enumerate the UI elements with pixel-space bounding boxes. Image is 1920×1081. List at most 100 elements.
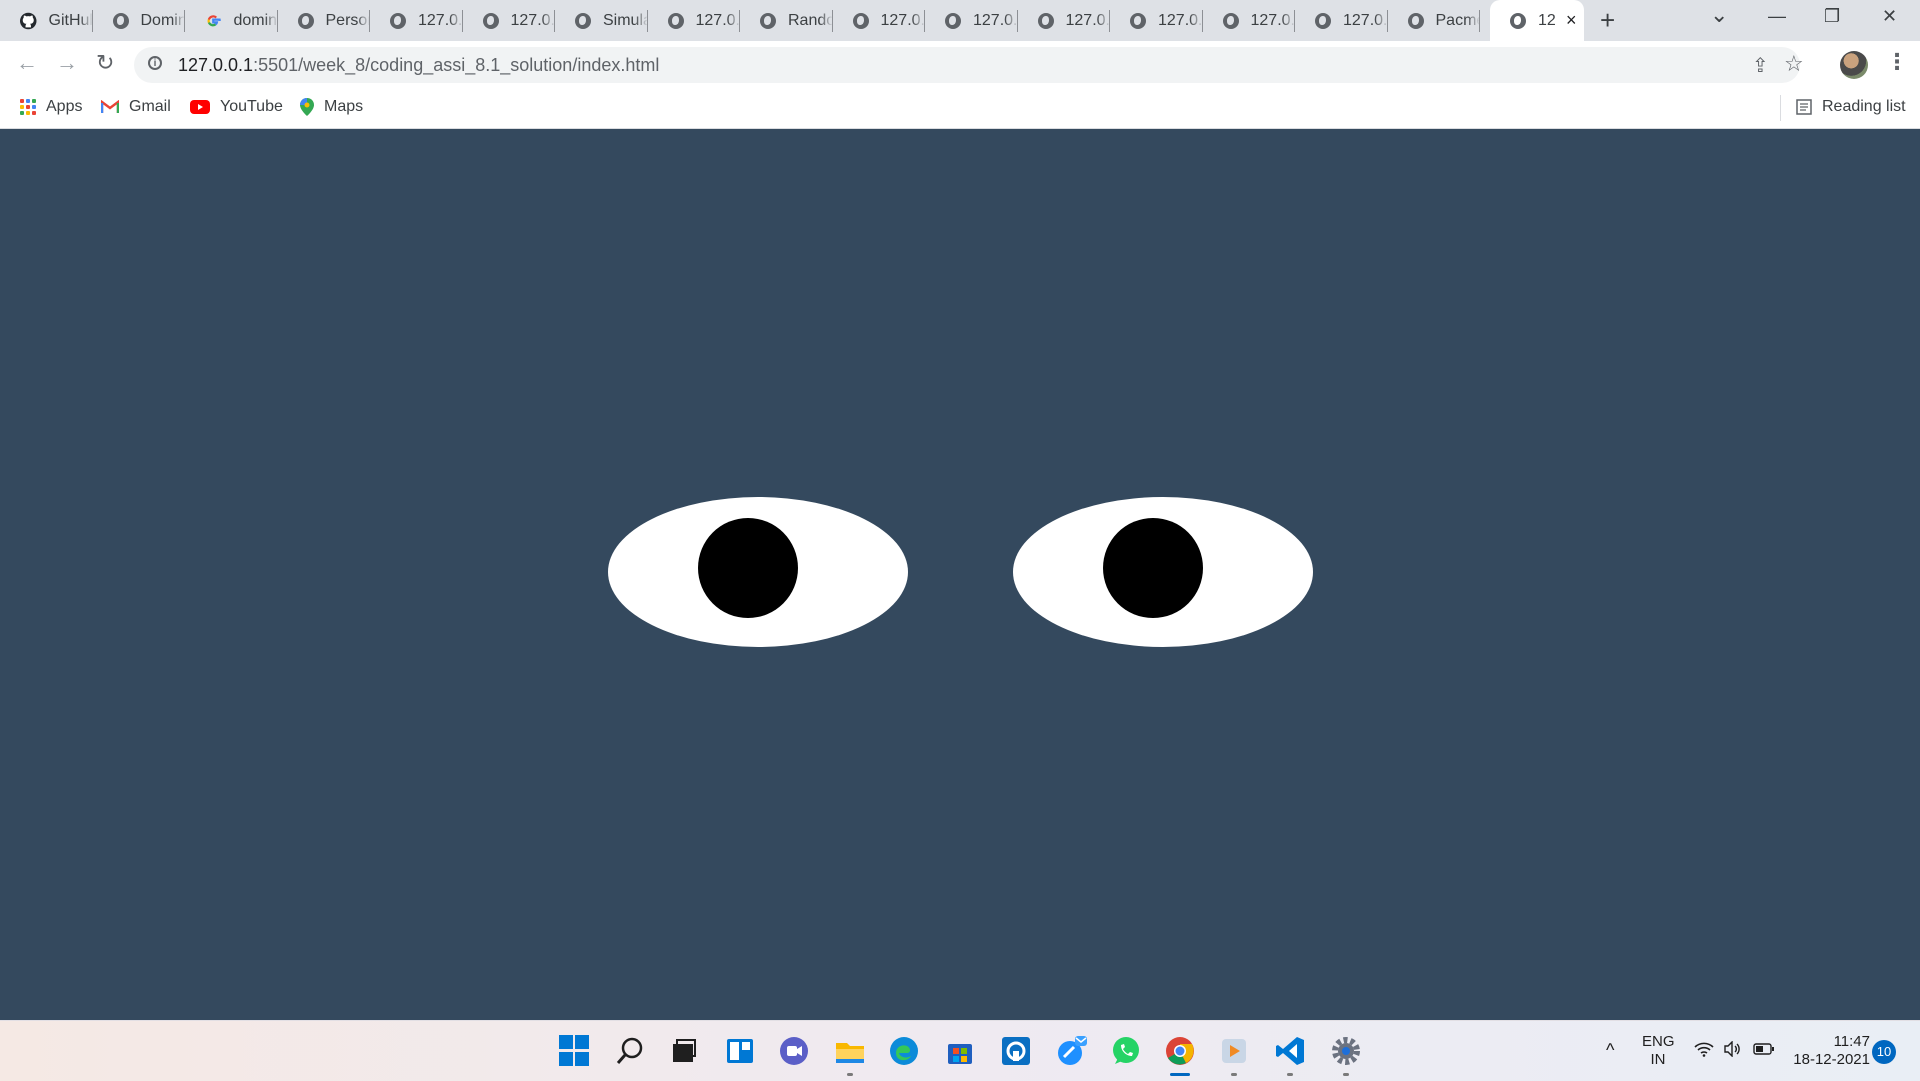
search-icon[interactable]: [614, 1035, 646, 1067]
mail-icon[interactable]: [1056, 1035, 1088, 1067]
wifi-icon[interactable]: [1694, 1041, 1714, 1057]
tab[interactable]: 127.0.0: [1295, 0, 1388, 41]
restore-button[interactable]: ❐: [1824, 6, 1840, 27]
globe-icon: [482, 12, 499, 29]
globe-icon: [297, 12, 314, 29]
bookmark-apps[interactable]: Apps: [20, 98, 82, 116]
reload-button[interactable]: ↻: [96, 51, 114, 75]
url-text[interactable]: 127.0.0.1:5501/week_8/coding_assi_8.1_so…: [178, 55, 659, 76]
github-icon: [20, 12, 37, 29]
tab[interactable]: 127.0.0: [833, 0, 926, 41]
volume-icon[interactable]: [1723, 1041, 1743, 1057]
back-button[interactable]: ←: [16, 51, 38, 75]
profile-avatar[interactable]: [1840, 51, 1868, 79]
address-bar[interactable]: i 127.0.0.1:5501/week_8/coding_assi_8.1_…: [134, 47, 1804, 83]
tab[interactable]: 127.0.0: [463, 0, 556, 41]
clock-date: 18-12-2021: [1793, 1051, 1870, 1068]
tab[interactable]: Persor: [278, 0, 370, 41]
left-eye: [608, 497, 908, 647]
running-indicator: [1343, 1073, 1349, 1076]
windows-start-icon[interactable]: [559, 1035, 589, 1067]
battery-icon[interactable]: [1753, 1042, 1775, 1056]
vscode-icon[interactable]: [1274, 1035, 1306, 1067]
teams-chat-icon[interactable]: [778, 1035, 810, 1067]
bookmark-maps[interactable]: Maps: [300, 98, 363, 116]
tab[interactable]: 127.0.0: [1203, 0, 1296, 41]
globe-icon: [760, 12, 776, 29]
clock[interactable]: 11:47 18-12-2021: [1790, 1033, 1870, 1069]
tab[interactable]: GitHub: [0, 0, 93, 41]
browser-toolbar: ← → ↻ i 127.0.0.1:5501/week_8/coding_ass…: [0, 41, 1920, 89]
edge-icon[interactable]: [888, 1035, 920, 1067]
tab[interactable]: Simula: [555, 0, 648, 41]
share-icon[interactable]: ⇪: [1752, 53, 1769, 78]
globe-icon: [1407, 12, 1424, 29]
close-window-button[interactable]: ✕: [1882, 6, 1897, 27]
tab-label: 127.0.0: [973, 11, 1018, 29]
language-top: ENG: [1642, 1033, 1675, 1050]
tab[interactable]: 127.0.0: [1110, 0, 1203, 41]
reading-list-label: Reading list: [1822, 98, 1906, 115]
apps-grid-icon: [20, 99, 36, 115]
active-indicator: [1170, 1073, 1190, 1076]
reading-list-icon: [1796, 99, 1812, 115]
chrome-icon[interactable]: [1164, 1035, 1196, 1067]
file-explorer-icon[interactable]: [834, 1035, 866, 1067]
tab-separator: [1479, 10, 1480, 32]
tab-label: 127.0.0: [1343, 11, 1388, 29]
bookmark-label: Maps: [324, 98, 364, 115]
divider: [1780, 95, 1781, 121]
notification-badge[interactable]: 10: [1872, 1040, 1896, 1064]
tab-label: Rando: [788, 11, 833, 29]
minimize-button[interactable]: —: [1768, 6, 1786, 27]
bookmark-star-icon[interactable]: ☆: [1784, 51, 1804, 77]
new-tab-button[interactable]: +: [1600, 6, 1615, 34]
url-path: :5501/week_8/coding_assi_8.1_solution/in…: [253, 55, 660, 75]
site-info-icon[interactable]: i: [148, 56, 162, 70]
tab[interactable]: Rando: [740, 0, 833, 41]
tab[interactable]: 127.0.0: [370, 0, 463, 41]
maps-pin-icon: [300, 98, 314, 116]
page-content: [0, 129, 1920, 1020]
language-indicator[interactable]: ENG IN: [1642, 1033, 1675, 1069]
globe-icon: [1222, 12, 1239, 29]
tab-label: 127.0.0: [1065, 11, 1111, 29]
bookmark-gmail[interactable]: Gmail: [101, 98, 171, 116]
globe-icon: [1037, 12, 1054, 29]
running-indicator: [847, 1073, 853, 1076]
menu-icon[interactable]: ⋮: [1886, 49, 1908, 75]
tab-label: 127.0.0: [510, 11, 556, 29]
widgets-icon[interactable]: [724, 1035, 756, 1067]
globe-icon: [1510, 12, 1526, 29]
taskbar: ^ ENG IN 11:47 18-12-2021: [0, 1020, 1920, 1081]
app-icon[interactable]: [1000, 1035, 1032, 1067]
tab-label: 127.0.0: [880, 11, 926, 29]
close-tab-icon[interactable]: ×: [1566, 10, 1577, 31]
tab[interactable]: 127.0.0: [1018, 0, 1111, 41]
reading-list-button[interactable]: Reading list: [1796, 98, 1906, 116]
settings-icon[interactable]: [1330, 1035, 1362, 1067]
tab[interactable]: Domin: [93, 0, 185, 41]
tab[interactable]: 127.0.0: [925, 0, 1018, 41]
media-player-icon[interactable]: [1218, 1035, 1250, 1067]
tab-search-icon[interactable]: ⌄: [1710, 2, 1728, 28]
tab-label: 127.0.0: [1250, 11, 1296, 29]
globe-icon: [852, 12, 869, 29]
gmail-icon: [101, 100, 119, 113]
whatsapp-icon[interactable]: [1110, 1035, 1142, 1067]
bookmarks-bar: Apps Gmail YouTube Maps Reading list: [0, 89, 1920, 129]
tab[interactable]: Pacme: [1388, 0, 1480, 41]
tab-label: 127.0.0: [1158, 11, 1203, 29]
bookmark-label: YouTube: [220, 98, 283, 115]
globe-icon: [1130, 12, 1146, 29]
store-icon[interactable]: [944, 1035, 976, 1067]
bookmark-youtube[interactable]: YouTube: [190, 98, 283, 116]
tray-chevron-icon[interactable]: ^: [1606, 1041, 1614, 1059]
tab[interactable]: 127.0.0: [648, 0, 740, 41]
forward-button[interactable]: →: [56, 51, 78, 75]
tab-label: Simula: [603, 11, 648, 29]
tab-active[interactable]: 12 ×: [1490, 0, 1584, 41]
tab[interactable]: domin: [185, 0, 278, 41]
task-view-icon[interactable]: [668, 1035, 700, 1067]
running-indicator: [1231, 1073, 1237, 1076]
